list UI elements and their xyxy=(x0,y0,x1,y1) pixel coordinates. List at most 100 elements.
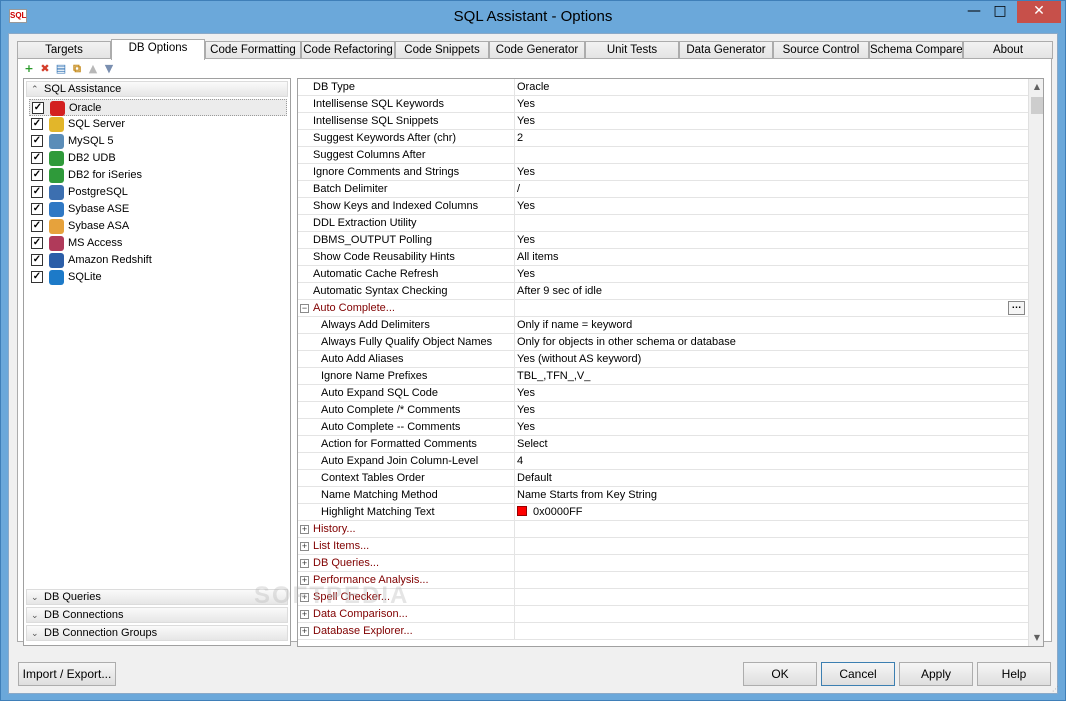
db-item-sql-server[interactable]: ✓ SQL Server xyxy=(29,116,287,133)
db-item-sybase-asa[interactable]: ✓ Sybase ASA xyxy=(29,218,287,235)
property-row[interactable]: Batch Delimiter / xyxy=(298,181,1028,198)
property-value-cell[interactable]: Oracle xyxy=(517,79,549,95)
add-icon[interactable]: + xyxy=(23,63,35,75)
db-item-db2-udb[interactable]: ✓ DB2 UDB xyxy=(29,150,287,167)
section-list-items[interactable]: + List Items... xyxy=(298,538,1028,555)
property-row[interactable]: Name Matching Method Name Starts from Key… xyxy=(298,487,1028,504)
db-checkbox[interactable]: ✓ xyxy=(31,237,43,249)
property-row[interactable]: Always Fully Qualify Object Names Only fo… xyxy=(298,334,1028,351)
section-history[interactable]: + History... xyxy=(298,521,1028,538)
minimize-button[interactable]: — xyxy=(961,1,987,23)
collapse-icon[interactable]: − xyxy=(300,304,309,313)
property-value-cell[interactable]: TBL_,TFN_,V_ xyxy=(517,368,590,384)
property-row[interactable]: Automatic Cache Refresh Yes xyxy=(298,266,1028,283)
expand-icon[interactable]: + xyxy=(300,610,309,619)
section-auto-complete[interactable]: − Auto Complete...… xyxy=(298,300,1028,317)
apply-button[interactable]: Apply xyxy=(899,662,973,686)
property-row[interactable]: Ignore Name Prefixes TBL_,TFN_,V_ xyxy=(298,368,1028,385)
expand-icon[interactable]: + xyxy=(300,627,309,636)
property-row[interactable]: Action for Formatted Comments Select xyxy=(298,436,1028,453)
property-row[interactable]: Auto Add Aliases Yes (without AS keyword) xyxy=(298,351,1028,368)
db-checkbox[interactable]: ✓ xyxy=(31,271,43,283)
tab-data-generator[interactable]: Data Generator xyxy=(679,41,773,59)
section-db-queries[interactable]: + DB Queries... xyxy=(298,555,1028,572)
tab-code-snippets[interactable]: Code Snippets xyxy=(395,41,489,59)
property-row[interactable]: Highlight Matching Text 0x0000FF xyxy=(298,504,1028,521)
property-row[interactable]: Intellisense SQL Snippets Yes xyxy=(298,113,1028,130)
expand-icon[interactable]: + xyxy=(300,559,309,568)
db-queries-group[interactable]: ⌄ DB Queries xyxy=(26,589,288,605)
db-item-sqlite[interactable]: ✓ SQLite xyxy=(29,269,287,286)
sql-assistance-group[interactable]: ⌃ SQL Assistance xyxy=(26,81,288,97)
tab-source-control[interactable]: Source Control xyxy=(773,41,869,59)
property-value-cell[interactable]: Yes xyxy=(517,266,535,282)
db-item-postgresql[interactable]: ✓ PostgreSQL xyxy=(29,184,287,201)
property-value-cell[interactable]: Yes xyxy=(517,113,535,129)
tab-schema-compare[interactable]: Schema Compare xyxy=(869,41,963,59)
db-item-mysql-5[interactable]: ✓ MySQL 5 xyxy=(29,133,287,150)
db-checkbox[interactable]: ✓ xyxy=(31,254,43,266)
tab-about[interactable]: About xyxy=(963,41,1053,59)
property-row[interactable]: Show Code Reusability Hints All items xyxy=(298,249,1028,266)
section-database-explorer[interactable]: + Database Explorer... xyxy=(298,623,1028,640)
db-checkbox[interactable]: ✓ xyxy=(31,186,43,198)
tab-unit-tests[interactable]: Unit Tests xyxy=(585,41,679,59)
property-value-cell[interactable]: Yes xyxy=(517,385,535,401)
property-value-cell[interactable]: After 9 sec of idle xyxy=(517,283,602,299)
db-item-db2-for-iseries[interactable]: ✓ DB2 for iSeries xyxy=(29,167,287,184)
import-export-button[interactable]: Import / Export... xyxy=(18,662,116,686)
property-row[interactable]: Suggest Columns After xyxy=(298,147,1028,164)
property-row[interactable]: Auto Complete -- Comments Yes xyxy=(298,419,1028,436)
tab-targets[interactable]: Targets xyxy=(17,41,111,59)
property-value-cell[interactable]: Only for objects in other schema or data… xyxy=(517,334,736,350)
move-down-icon[interactable]: ▼ xyxy=(103,63,115,75)
property-row[interactable]: Show Keys and Indexed Columns Yes xyxy=(298,198,1028,215)
db-checkbox[interactable]: ✓ xyxy=(31,135,43,147)
rename-icon[interactable]: ▤ xyxy=(55,63,67,75)
db-checkbox[interactable]: ✓ xyxy=(31,169,43,181)
property-row[interactable]: DBMS_OUTPUT Polling Yes xyxy=(298,232,1028,249)
property-row[interactable]: Context Tables Order Default xyxy=(298,470,1028,487)
db-checkbox[interactable]: ✓ xyxy=(31,203,43,215)
property-row[interactable]: Ignore Comments and Strings Yes xyxy=(298,164,1028,181)
db-checkbox[interactable]: ✓ xyxy=(31,220,43,232)
property-row[interactable]: Auto Expand SQL Code Yes xyxy=(298,385,1028,402)
scroll-up-icon[interactable]: ▲ xyxy=(1029,79,1043,95)
db-connection-groups-group[interactable]: ⌄ DB Connection Groups xyxy=(26,625,288,641)
resize-grip-icon[interactable]: ⋰ xyxy=(1052,685,1059,693)
property-value-cell[interactable]: Yes xyxy=(517,402,535,418)
property-value-cell[interactable]: Only if name = keyword xyxy=(517,317,632,333)
db-item-oracle[interactable]: ✓ Oracle xyxy=(29,99,287,116)
tab-code-formatting[interactable]: Code Formatting xyxy=(205,41,301,59)
tab-db-options[interactable]: DB Options xyxy=(111,39,205,60)
property-value-cell[interactable]: Yes xyxy=(517,232,535,248)
property-row[interactable]: Automatic Syntax Checking After 9 sec of … xyxy=(298,283,1028,300)
property-row[interactable]: Intellisense SQL Keywords Yes xyxy=(298,96,1028,113)
property-row[interactable]: Always Add Delimiters Only if name = keyw… xyxy=(298,317,1028,334)
db-checkbox[interactable]: ✓ xyxy=(31,152,43,164)
tab-code-generator[interactable]: Code Generator xyxy=(489,41,585,59)
property-value-cell[interactable]: 4 xyxy=(517,453,523,469)
property-row[interactable]: Auto Complete /* Comments Yes xyxy=(298,402,1028,419)
expand-icon[interactable]: + xyxy=(300,542,309,551)
db-connections-group[interactable]: ⌄ DB Connections xyxy=(26,607,288,623)
property-value-cell[interactable]: Yes xyxy=(517,164,535,180)
ok-button[interactable]: OK xyxy=(743,662,817,686)
property-row[interactable]: DDL Extraction Utility xyxy=(298,215,1028,232)
delete-icon[interactable]: ✖ xyxy=(39,63,51,75)
property-row[interactable]: Auto Expand Join Column-Level 4 xyxy=(298,453,1028,470)
property-value-cell[interactable]: Default xyxy=(517,470,552,486)
help-button[interactable]: Help xyxy=(977,662,1051,686)
property-row[interactable]: Suggest Keywords After (chr) 2 xyxy=(298,130,1028,147)
db-item-ms-access[interactable]: ✓ MS Access xyxy=(29,235,287,252)
property-value-cell[interactable]: 0x0000FF xyxy=(517,504,583,520)
vertical-scrollbar[interactable]: ▲ ▼ xyxy=(1028,79,1043,646)
property-value-cell[interactable]: / xyxy=(517,181,520,197)
property-value-cell[interactable]: Yes xyxy=(517,198,535,214)
property-value-cell[interactable]: Yes xyxy=(517,419,535,435)
close-button[interactable]: ✕ xyxy=(1017,1,1061,23)
property-value-cell[interactable]: Name Starts from Key String xyxy=(517,487,657,503)
move-up-icon[interactable]: ▲ xyxy=(87,63,99,75)
db-item-amazon-redshift[interactable]: ✓ Amazon Redshift xyxy=(29,252,287,269)
property-value-cell[interactable]: Yes xyxy=(517,96,535,112)
